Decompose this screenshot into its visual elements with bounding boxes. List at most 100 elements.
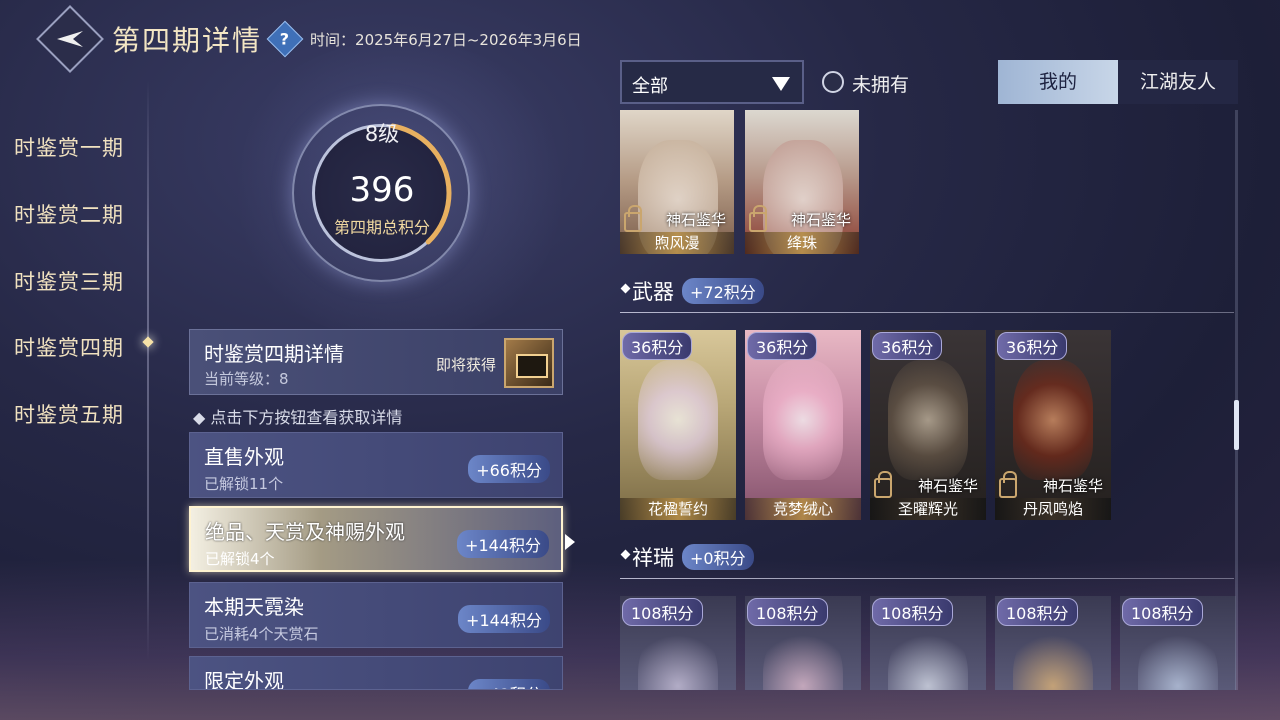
mount-art [1138,626,1218,690]
diamond-icon [620,549,631,560]
category-sub: 已解锁11个 [204,475,284,493]
mount-card[interactable]: 108积分 [870,596,986,690]
nav-item-period-3[interactable]: 时鉴赏三期 [14,266,124,296]
total-score: 396 [349,170,415,210]
collection-panel: 全部 未拥有 我的 江湖友人 神石鉴华 煦风漫 神石鉴华 绛珠 武器 +72积分… [620,60,1240,690]
card-points: 108积分 [997,598,1078,626]
card-points: 108积分 [747,598,828,626]
category-points: +144积分 [458,605,550,633]
mount-art [638,626,718,690]
card-points: 108积分 [1122,598,1203,626]
mount-art [888,626,968,690]
scrollbar-thumb[interactable] [1234,400,1239,450]
card-name: 丹凤鸣焰 [995,498,1111,520]
category-points: +66积分 [468,455,550,483]
section-title: 武器 [632,280,674,304]
tab-friends[interactable]: 江湖友人 [1118,60,1238,104]
category-title: 直售外观 [204,445,284,469]
category-limited[interactable]: 限定外观 +42积分 [189,656,563,690]
weapon-card[interactable]: 36积分 花楹誓约 [620,330,736,520]
weapon-card[interactable]: 36积分 竞梦绒心 [745,330,861,520]
soon-label: 即将获得 [435,356,496,374]
section-points: +72积分 [682,278,764,304]
detail-title: 时鉴赏四期详情 [204,342,344,366]
card-name: 绛珠 [745,232,859,254]
card-name: 圣曜辉光 [870,498,986,520]
outfit-card[interactable]: 神石鉴华 煦风漫 [620,110,734,254]
lock-icon [624,205,642,232]
help-button[interactable]: ? [266,20,304,58]
category-points: +42积分 [468,679,550,689]
card-rank: 神石鉴华 [917,477,978,495]
card-rank: 神石鉴华 [1042,477,1103,495]
section-points: +0积分 [682,544,754,570]
chevron-down-icon [772,77,790,91]
card-rank: 神石鉴华 [665,211,726,229]
diamond-icon [620,283,631,294]
unowned-radio[interactable] [822,71,844,93]
mount-card[interactable]: 108积分 [620,596,736,690]
level-label: 8级 [364,122,400,146]
card-points: 108积分 [622,598,703,626]
nav-divider [147,80,149,660]
filter-dropdown[interactable]: 全部 [620,60,804,104]
period-label: 时间： [310,30,356,49]
category-title: 限定外观 [204,669,284,690]
question-icon: ? [280,29,290,49]
weapon-art [888,360,968,480]
mount-art [1013,626,1093,690]
mount-section-header: 祥瑞 +0积分 [620,540,1234,579]
category-dye[interactable]: 本期天霓染 已消耗4个天赏石 +144积分 [189,582,563,648]
back-button[interactable] [36,5,104,73]
weapon-card[interactable]: 36积分 神石鉴华 丹凤鸣焰 [995,330,1111,520]
tab-mine[interactable]: 我的 [998,60,1118,104]
weapon-section-header: 武器 +72积分 [620,274,1234,313]
selected-arrow-icon [565,534,575,550]
card-points: 36积分 [872,332,943,360]
category-sub: 已消耗4个天赏石 [204,625,319,643]
category-points: +144积分 [457,530,549,558]
card-name: 煦风漫 [620,232,734,254]
mount-card[interactable]: 108积分 [995,596,1111,690]
back-arrow-icon [57,31,83,47]
nav-item-period-1[interactable]: 时鉴赏一期 [14,132,124,162]
category-title: 本期天霓染 [204,595,304,619]
category-premium[interactable]: 绝品、天赏及神赐外观 已解锁4个 +144积分 [189,506,575,572]
outfit-card[interactable]: 神石鉴华 绛珠 [745,110,859,254]
nav-item-period-4[interactable]: 时鉴赏四期 [14,332,124,362]
lock-icon [749,205,767,232]
card-name: 花楹誓约 [620,498,736,520]
weapon-art [1013,360,1093,480]
section-divider [620,312,1234,313]
nav-item-period-5[interactable]: 时鉴赏五期 [14,399,124,429]
level-ring: 8级 396 第四期总积分 [282,104,482,290]
card-rank: 神石鉴华 [790,211,851,229]
nav-item-period-2[interactable]: 时鉴赏二期 [14,199,124,229]
card-points: 108积分 [872,598,953,626]
weapon-card[interactable]: 36积分 神石鉴华 圣曜辉光 [870,330,986,520]
mount-card[interactable]: 108积分 [745,596,861,690]
weapon-art [638,360,718,480]
category-title: 绝品、天赏及神赐外观 [205,520,405,544]
card-points: 36积分 [747,332,818,360]
lock-icon [874,471,892,498]
category-direct-sale[interactable]: 直售外观 已解锁11个 +66积分 [189,432,563,498]
section-divider [620,578,1234,579]
lock-icon [999,471,1017,498]
category-sub: 已解锁4个 [205,550,275,568]
mount-art [763,626,843,690]
reward-thumbnail[interactable] [504,338,554,388]
section-title: 祥瑞 [632,546,674,570]
header: 第四期详情 ? 时间： 2025年6月27日~2026年3月6日 [36,5,582,73]
current-level: 当前等级：8 [204,370,289,388]
card-name: 竞梦绒心 [745,498,861,520]
score-caption: 第四期总积分 [333,218,430,237]
card-points: 36积分 [997,332,1068,360]
mount-card[interactable]: 108积分 [1120,596,1236,690]
unowned-label[interactable]: 未拥有 [852,70,909,97]
period-value: 2025年6月27日~2026年3月6日 [355,30,582,49]
weapon-art [763,360,843,480]
hint-text: ◆ 点击下方按钮查看获取详情 [193,408,403,427]
period-detail-card[interactable]: 时鉴赏四期详情 当前等级：8 即将获得 [189,329,563,395]
page-title: 第四期详情 [112,24,263,57]
